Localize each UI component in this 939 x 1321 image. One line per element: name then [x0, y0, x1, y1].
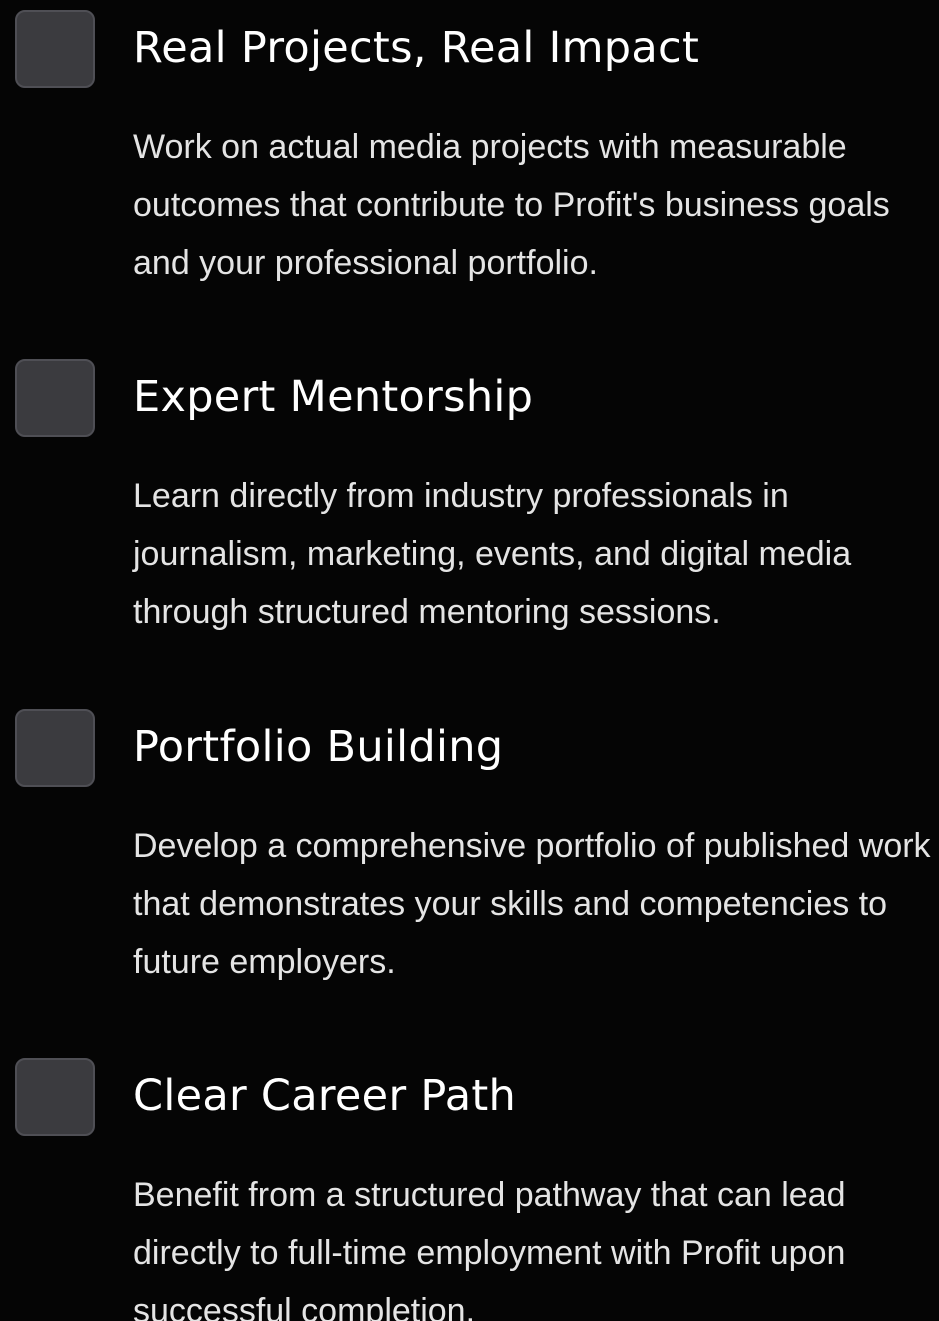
feature-title: Real Projects, Real Impact	[133, 23, 700, 73]
feature-description: Benefit from a structured pathway that c…	[133, 1176, 846, 1321]
feature-description: Work on actual media projects with measu…	[133, 128, 890, 282]
feature-description: Develop a comprehensive portfolio of pub…	[133, 827, 931, 981]
feature-icon	[15, 1058, 95, 1136]
feature-title: Portfolio Building	[133, 722, 504, 772]
feature-icon	[15, 709, 95, 787]
feature-description: Learn directly from industry professiona…	[133, 477, 852, 631]
feature-icon	[15, 359, 95, 437]
feature-title: Expert Mentorship	[133, 372, 534, 422]
feature-icon	[15, 10, 95, 88]
benefits-section: Real Projects, Real Impact Work on actua…	[0, 0, 939, 1321]
feature-title: Clear Career Path	[133, 1071, 517, 1121]
